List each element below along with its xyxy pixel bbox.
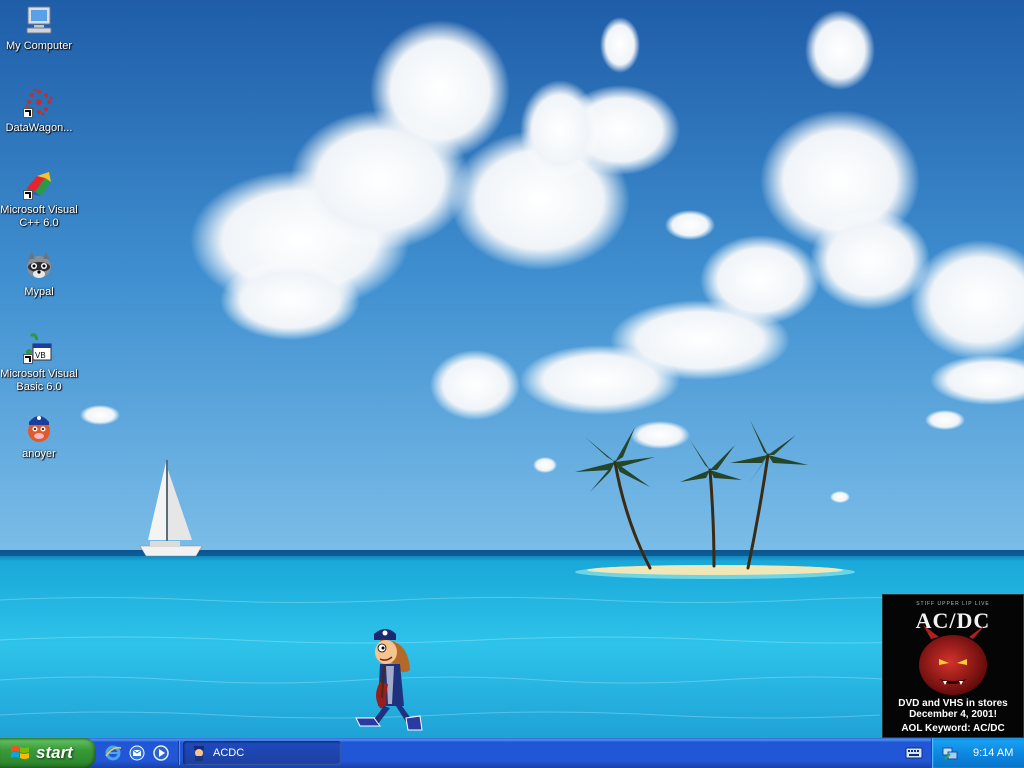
shortcut-arrow-icon (23, 354, 33, 364)
desktop-icon-label: DataWagon... (5, 122, 73, 134)
system-tray: 9:14 AM (931, 738, 1024, 768)
desktop-icon-label: Mypal (24, 286, 54, 298)
keyboard-icon[interactable] (905, 746, 923, 760)
ad-tagline: STIFF UPPER LIP LIVE (916, 601, 990, 607)
ad-line-1: DVD and VHS in stores (898, 698, 1008, 709)
taskbar-button-acdc[interactable]: ACDC (183, 741, 341, 765)
devil-head-icon (901, 625, 1007, 699)
desktop-icon-anoyer[interactable]: anoyer (0, 412, 78, 461)
desktop-icon-mypal[interactable]: Mypal (0, 250, 78, 299)
desktop-icon-label: Microsoft Visual C++ 6.0 (0, 204, 78, 229)
shortcut-arrow-icon (23, 108, 33, 118)
angus-character-sprite[interactable] (350, 626, 428, 738)
visual-basic-icon: VB (23, 332, 55, 364)
anoyer-icon (23, 412, 55, 444)
task-label: ACDC (213, 747, 245, 759)
start-label: start (36, 743, 73, 762)
mypal-icon (23, 250, 55, 282)
windows-flag-icon (11, 746, 29, 759)
media-player-icon[interactable] (152, 744, 170, 762)
ad-line-2: December 4, 2001! (909, 709, 997, 720)
network-icon[interactable] (942, 745, 958, 761)
datawagon-icon (23, 86, 55, 118)
desktop-icon-label: Microsoft Visual Basic 6.0 (0, 368, 78, 393)
desktop-wallpaper (0, 0, 1024, 738)
taskbar: start ACDC 9:14 AM (0, 738, 1024, 768)
acdc-ad-popup[interactable]: STIFF UPPER LIP LIVE AC/DC DVD and VHS i… (882, 594, 1024, 738)
desktop-icon-label: My Computer (5, 40, 73, 52)
my-computer-icon (23, 4, 55, 36)
desktop-icon-visual-basic[interactable]: VB Microsoft Visual Basic 6.0 (0, 332, 78, 394)
start-button[interactable]: start (0, 738, 96, 768)
clock[interactable]: 9:14 AM (973, 747, 1013, 759)
shortcut-arrow-icon (23, 190, 33, 200)
desktop-icon-label: anoyer (22, 448, 56, 460)
desktop-icon-my-computer[interactable]: My Computer (0, 4, 78, 53)
acdc-task-icon (194, 746, 204, 761)
outlook-express-icon[interactable] (128, 744, 146, 762)
visual-cpp-icon (23, 168, 55, 200)
desktop-icon-datawagon[interactable]: DataWagon... (0, 86, 78, 135)
desktop-icon-visual-cpp[interactable]: Microsoft Visual C++ 6.0 (0, 168, 78, 230)
quick-launch-bar (104, 742, 170, 764)
taskbar-separator (178, 741, 180, 765)
svg-text:VB: VB (35, 351, 46, 360)
internet-explorer-icon[interactable] (104, 744, 122, 762)
ad-keyword: AOL Keyword: AC/DC (901, 723, 1005, 734)
